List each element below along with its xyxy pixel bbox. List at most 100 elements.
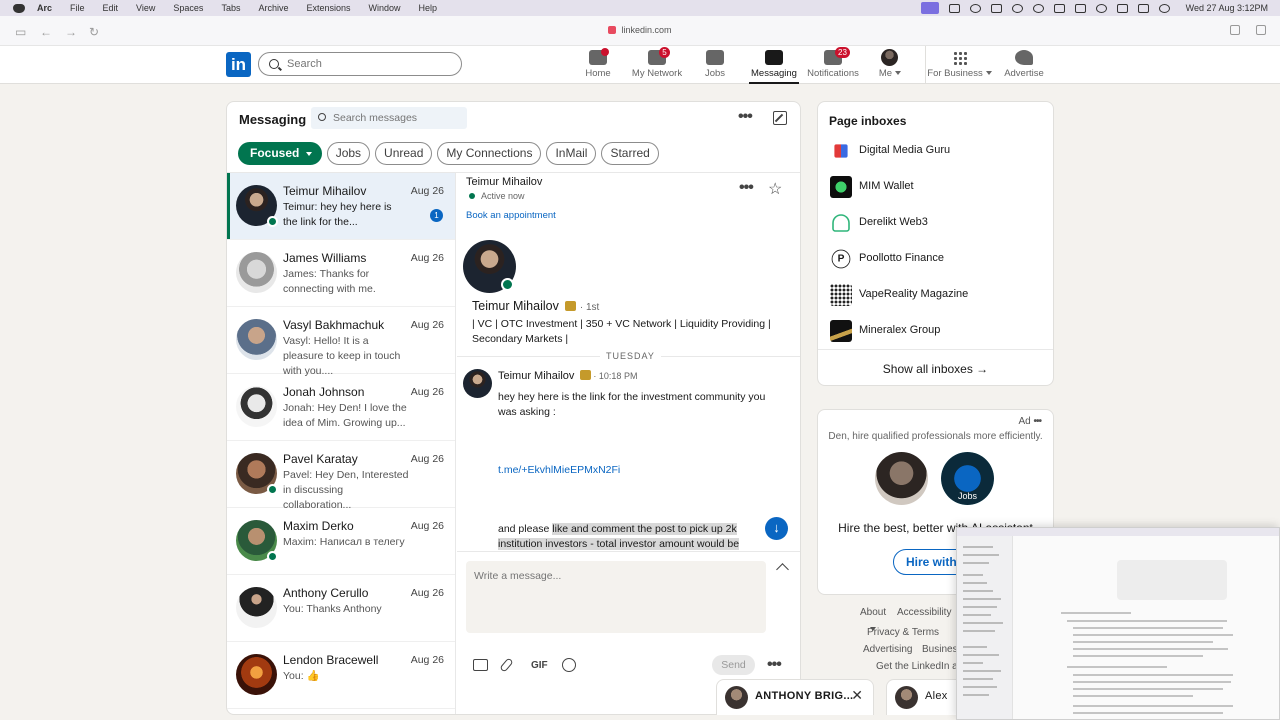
screen-record-icon[interactable] [920,2,939,14]
star-icon[interactable]: ☆ [768,179,782,199]
vpn-icon[interactable] [1032,3,1044,13]
send-options-icon[interactable]: ••• [767,657,782,673]
menu-spaces[interactable]: Spaces [173,3,203,13]
notion-icon[interactable] [1053,3,1065,13]
linkedin-logo[interactable]: in [226,52,251,77]
footer-advertising[interactable]: Advertising [863,644,912,655]
message-sender[interactable]: Teimur Mihailov [498,370,574,382]
profile-name[interactable]: Teimur Mihailov [472,299,559,313]
conversation-item[interactable]: Jonah Johnson Aug 26 Jonah: Hey Den! I l… [227,374,455,441]
conversation-date: Aug 26 [410,319,444,331]
attachment-icon[interactable] [499,657,514,673]
scroll-down-button[interactable]: ↓ [765,517,788,540]
display-icon[interactable] [990,3,1002,13]
nav-home[interactable]: Home [580,46,616,84]
show-all-inboxes-link[interactable]: Show all inboxes → [818,349,1053,376]
more-options-icon[interactable]: ••• [738,109,753,125]
nav-for-business[interactable]: For Business [925,46,993,84]
message-input[interactable] [474,570,759,620]
search-spotlight-icon[interactable] [1116,3,1128,13]
page-inbox-item[interactable]: VapeReality Magazine [830,283,1045,307]
nav-advertise[interactable]: Advertise [1002,46,1046,84]
send-button[interactable]: Send [712,655,755,675]
thread-contact-name[interactable]: Teimur Mihailov [466,176,542,188]
footer-about[interactable]: About [860,607,886,618]
menu-view[interactable]: View [136,3,155,13]
compose-icon[interactable] [773,111,787,125]
footer-accessibility[interactable]: Accessibility [897,607,951,618]
conversation-preview: You: Thanks Anthony [283,603,382,615]
url-bar[interactable]: linkedin.com [0,25,1280,35]
conversation-item[interactable]: Anthony Cerullo Aug 26 You: Thanks Antho… [227,575,455,642]
linkedin-header: in Home 5 My Network Jobs Messaging 23 N… [0,46,1280,84]
gif-button[interactable]: GIF [531,660,548,671]
conversation-name: Lendon Bracewell [283,653,379,667]
conversation-item[interactable]: James Williams Aug 26 James: Thanks for … [227,240,455,307]
page-inbox-item[interactable]: Digital Media Guru [830,139,1045,163]
page-inbox-item[interactable]: Mineralex Group [830,319,1045,343]
footer-business[interactable]: Busines [922,644,958,655]
mic-icon[interactable] [948,3,960,13]
page-inbox-item[interactable]: P Poollotto Finance [830,247,1045,271]
control-center-icon[interactable] [1137,3,1149,13]
filter-starred[interactable]: Starred [601,142,659,165]
global-search-input[interactable] [287,58,447,70]
filter-inmail[interactable]: InMail [546,142,597,165]
menu-extensions[interactable]: Extensions [306,3,350,13]
split-view-icon[interactable] [1230,25,1240,35]
history-icon[interactable] [1011,3,1023,13]
menu-window[interactable]: Window [369,3,401,13]
wifi-icon[interactable] [1095,3,1107,13]
nav-notifications[interactable]: 23 Notifications [805,46,861,84]
menu-edit[interactable]: Edit [103,3,119,13]
chat-bubble[interactable]: ANTHONY BRIG... ✕ [716,679,874,715]
book-appointment-link[interactable]: Book an appointment [466,210,556,221]
menu-tabs[interactable]: Tabs [221,3,240,13]
apps-grid-icon [952,51,967,65]
thread-more-icon[interactable]: ••• [739,180,754,196]
menu-help[interactable]: Help [419,3,438,13]
expand-composer-icon[interactable] [776,563,789,576]
menu-file[interactable]: File [70,3,85,13]
telegram-link[interactable]: t.me/+EkvhlMieEPMxN2Fi [498,464,620,476]
conversation-item[interactable]: Lendon Bracewell Aug 26 You: 👍 [227,642,455,709]
conversation-item[interactable]: Vasyl Bakhmachuk Aug 26 Vasyl: Hello! It… [227,307,455,377]
overlay-window-thumbnail[interactable] [956,527,1280,720]
sender-avatar[interactable] [463,369,492,398]
search-messages[interactable] [311,107,467,129]
siri-icon[interactable] [1158,3,1170,13]
conversation-item[interactable]: Pavel Karatay Aug 26 Pavel: Hey Den, Int… [227,441,455,511]
filter-unread[interactable]: Unread [375,142,433,165]
nav-messaging[interactable]: Messaging [749,46,799,84]
footer-get-app[interactable]: Get the LinkedIn ap [876,661,963,672]
nav-my-network[interactable]: 5 My Network [630,46,684,84]
filter-my-connections[interactable]: My Connections [437,142,542,165]
page-inbox-item[interactable]: MIM Wallet [830,175,1045,199]
image-icon[interactable] [473,659,488,671]
extensions-icon[interactable] [1256,25,1266,35]
global-search[interactable] [258,52,462,76]
menubar-clock[interactable]: Wed 27 Aug 3:12PM [1186,3,1268,13]
menu-app-name[interactable]: Arc [37,3,52,13]
page-inbox-item[interactable]: Derelikt Web3 [830,211,1045,235]
battery-icon[interactable] [1074,3,1086,13]
conversation-item[interactable]: Teimur Mihailov Aug 26 Teimur: hey hey h… [227,173,455,240]
emoji-icon[interactable] [562,658,576,672]
avatar [895,686,918,709]
ad-options-icon[interactable]: ••• [1033,416,1041,427]
filter-focused[interactable]: Focused [238,142,322,165]
me-avatar [881,49,898,66]
chat-bubble[interactable]: Alex [886,679,966,715]
apple-icon[interactable] [13,3,25,13]
conversation-item[interactable]: Maxim Derko Aug 26 Maxim: Написал в теле… [227,508,455,575]
search-messages-input[interactable] [333,112,463,124]
profile-name-row: Teimur Mihailov · 1st [472,299,599,313]
menu-archive[interactable]: Archive [258,3,288,13]
filter-jobs[interactable]: Jobs [326,142,371,165]
nav-jobs[interactable]: Jobs [700,46,730,84]
spotify-icon[interactable] [969,3,981,13]
nav-home-label: Home [585,68,611,79]
nav-me[interactable]: Me [875,46,905,84]
close-icon[interactable]: ✕ [851,687,863,704]
message-composer[interactable] [466,561,766,633]
